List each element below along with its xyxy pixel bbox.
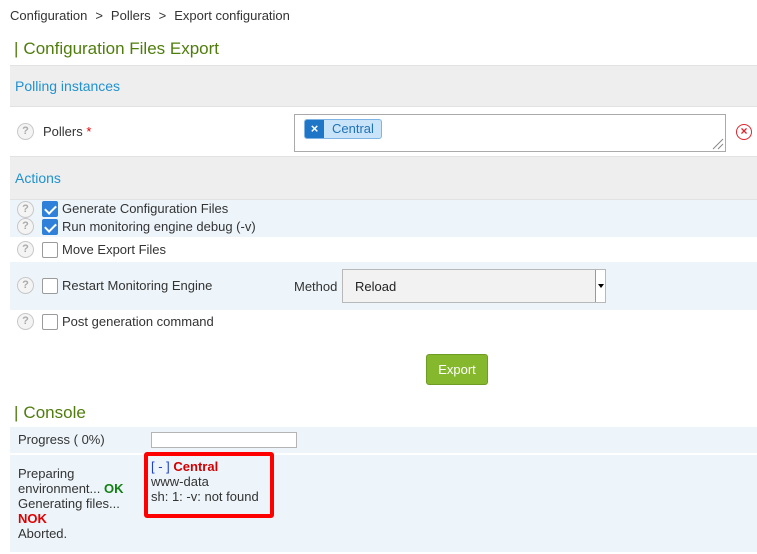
clear-selection-icon[interactable]: × xyxy=(736,124,752,140)
status-preparing: Preparing environment... xyxy=(18,466,101,496)
polling-instances-header-text: Polling instances xyxy=(15,78,121,94)
breadcrumb-export-configuration[interactable]: Export configuration xyxy=(174,8,290,23)
console-title: | Console xyxy=(14,403,86,423)
move-export-label: Move Export Files xyxy=(62,242,167,257)
post-generation-checkbox[interactable] xyxy=(42,314,58,330)
help-icon[interactable]: ? xyxy=(17,201,34,218)
page-title: | Configuration Files Export xyxy=(14,39,219,59)
resize-handle-icon[interactable] xyxy=(710,136,724,150)
restart-engine-checkbox[interactable] xyxy=(42,278,58,294)
progress-bar xyxy=(151,432,297,448)
help-icon[interactable]: ? xyxy=(17,218,34,235)
help-icon[interactable]: ? xyxy=(17,277,34,294)
help-icon[interactable]: ? xyxy=(17,123,34,140)
help-icon[interactable]: ? xyxy=(17,313,34,330)
breadcrumb-configuration[interactable]: Configuration xyxy=(10,8,87,23)
progress-label: Progress ( 0%) xyxy=(18,432,105,447)
status-generating-nok: NOK xyxy=(18,511,47,526)
post-generation-label: Post generation command xyxy=(62,314,214,329)
page-title-text: Configuration Files Export xyxy=(23,39,220,58)
required-marker: * xyxy=(86,124,92,139)
generate-config-label: Generate Configuration Files xyxy=(62,201,229,216)
poller-tag-label: Central xyxy=(332,121,374,136)
actions-header-text: Actions xyxy=(15,170,61,186)
move-export-checkbox[interactable] xyxy=(42,242,58,258)
breadcrumb-separator: > xyxy=(95,8,103,23)
poller-tag-central: × Central xyxy=(304,119,382,139)
breadcrumb-separator: > xyxy=(158,8,167,23)
method-select-value: Reload xyxy=(355,279,397,294)
help-icon[interactable]: ? xyxy=(17,241,34,258)
actions-header: Actions xyxy=(10,156,757,200)
polling-instances-header: Polling instances xyxy=(10,65,757,107)
breadcrumb: Configuration > Pollers > Export configurati… xyxy=(10,8,290,23)
console-title-text: Console xyxy=(23,403,86,422)
pollers-label-text: Pollers xyxy=(43,124,83,139)
title-bar-decoration: | xyxy=(14,403,19,422)
title-bar-decoration: | xyxy=(14,39,19,58)
chevron-down-icon[interactable] xyxy=(595,270,605,302)
breadcrumb-pollers[interactable]: Pollers xyxy=(111,8,151,23)
console-status: Preparing environment... OK Generating f… xyxy=(18,466,136,541)
generate-config-checkbox[interactable] xyxy=(42,201,58,217)
progress-row xyxy=(10,427,757,453)
run-debug-checkbox[interactable] xyxy=(42,219,58,235)
method-label: Method xyxy=(294,279,338,294)
status-preparing-ok: OK xyxy=(104,481,124,496)
pollers-label: Pollers * xyxy=(43,124,91,139)
remove-tag-icon[interactable]: × xyxy=(305,120,324,138)
run-debug-label: Run monitoring engine debug (-v) xyxy=(62,219,256,234)
method-select[interactable]: Reload xyxy=(342,269,606,303)
status-generating: Generating files... xyxy=(18,496,120,511)
status-aborted: Aborted. xyxy=(18,526,68,541)
restart-engine-label: Restart Monitoring Engine xyxy=(62,278,213,293)
highlight-box xyxy=(144,452,274,518)
export-button[interactable]: Export xyxy=(426,354,488,385)
pollers-multiselect[interactable]: × Central xyxy=(294,114,726,152)
